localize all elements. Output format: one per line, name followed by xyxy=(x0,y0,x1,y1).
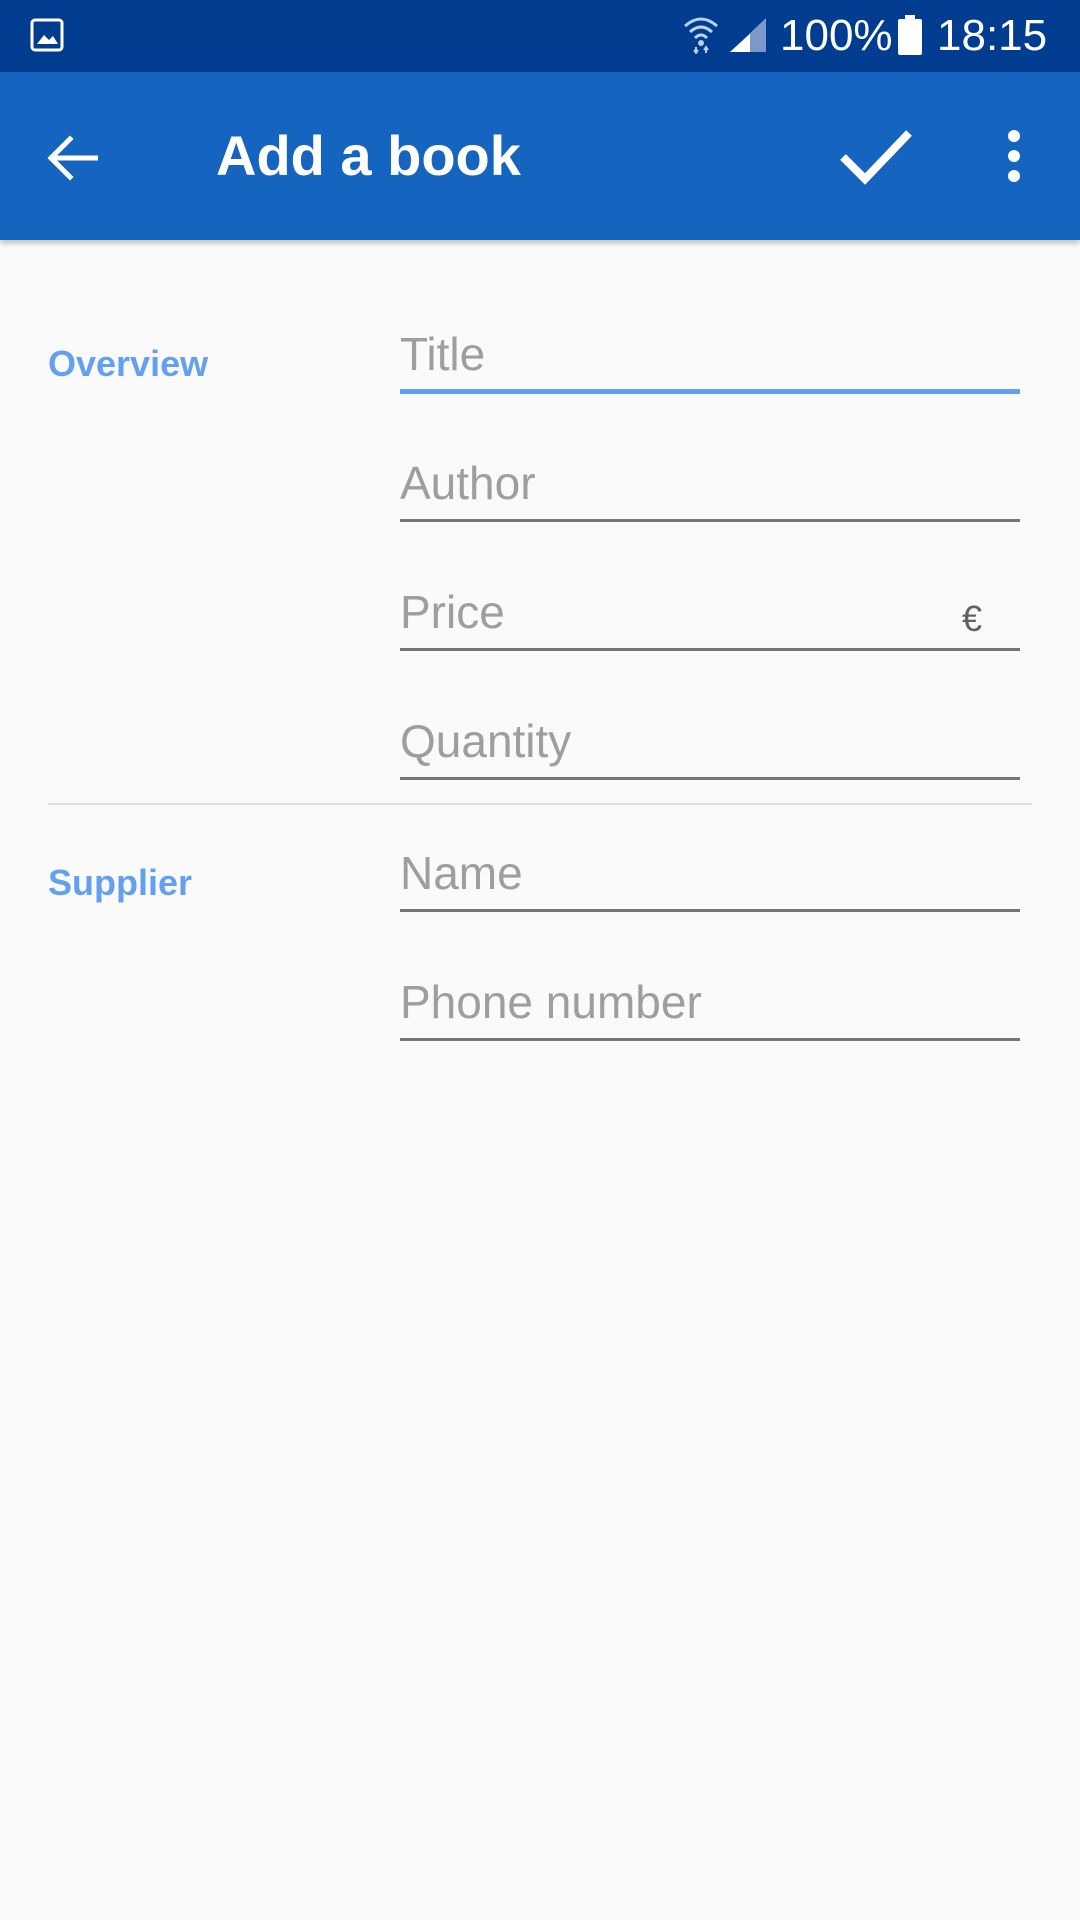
app-bar: Add a book xyxy=(0,72,1080,240)
supplier-phone-field xyxy=(400,965,1020,1045)
battery-icon xyxy=(898,15,922,55)
supplier-section-label: Supplier xyxy=(48,862,193,903)
quantity-field xyxy=(400,704,1020,784)
price-input[interactable] xyxy=(400,575,1020,651)
author-input[interactable] xyxy=(400,446,1020,522)
title-input[interactable] xyxy=(400,318,1020,394)
back-button[interactable] xyxy=(36,122,108,194)
battery-percent: 100% xyxy=(780,11,893,60)
cell-signal-icon xyxy=(730,18,766,52)
supplier-name-input[interactable] xyxy=(400,836,1020,912)
clock: 18:15 xyxy=(937,11,1048,60)
overview-section-label: Overview xyxy=(48,343,209,384)
quantity-input[interactable] xyxy=(400,704,1020,780)
author-field xyxy=(400,446,1020,526)
back-arrow-icon xyxy=(47,135,98,181)
supplier-name-field xyxy=(400,836,1020,916)
price-currency-suffix: € xyxy=(961,598,982,639)
save-button[interactable] xyxy=(832,116,920,196)
status-bar: 100% 18:15 xyxy=(0,0,1080,72)
price-field: € xyxy=(400,575,1020,655)
section-divider xyxy=(48,803,1032,805)
wifi-icon xyxy=(684,17,718,54)
gallery-icon xyxy=(30,18,64,52)
more-options-button[interactable] xyxy=(986,116,1042,196)
checkmark-icon xyxy=(840,130,912,185)
page-title: Add a book xyxy=(216,124,521,187)
more-vert-icon xyxy=(1008,130,1020,182)
title-field xyxy=(400,318,1020,398)
supplier-phone-input[interactable] xyxy=(400,965,1020,1041)
